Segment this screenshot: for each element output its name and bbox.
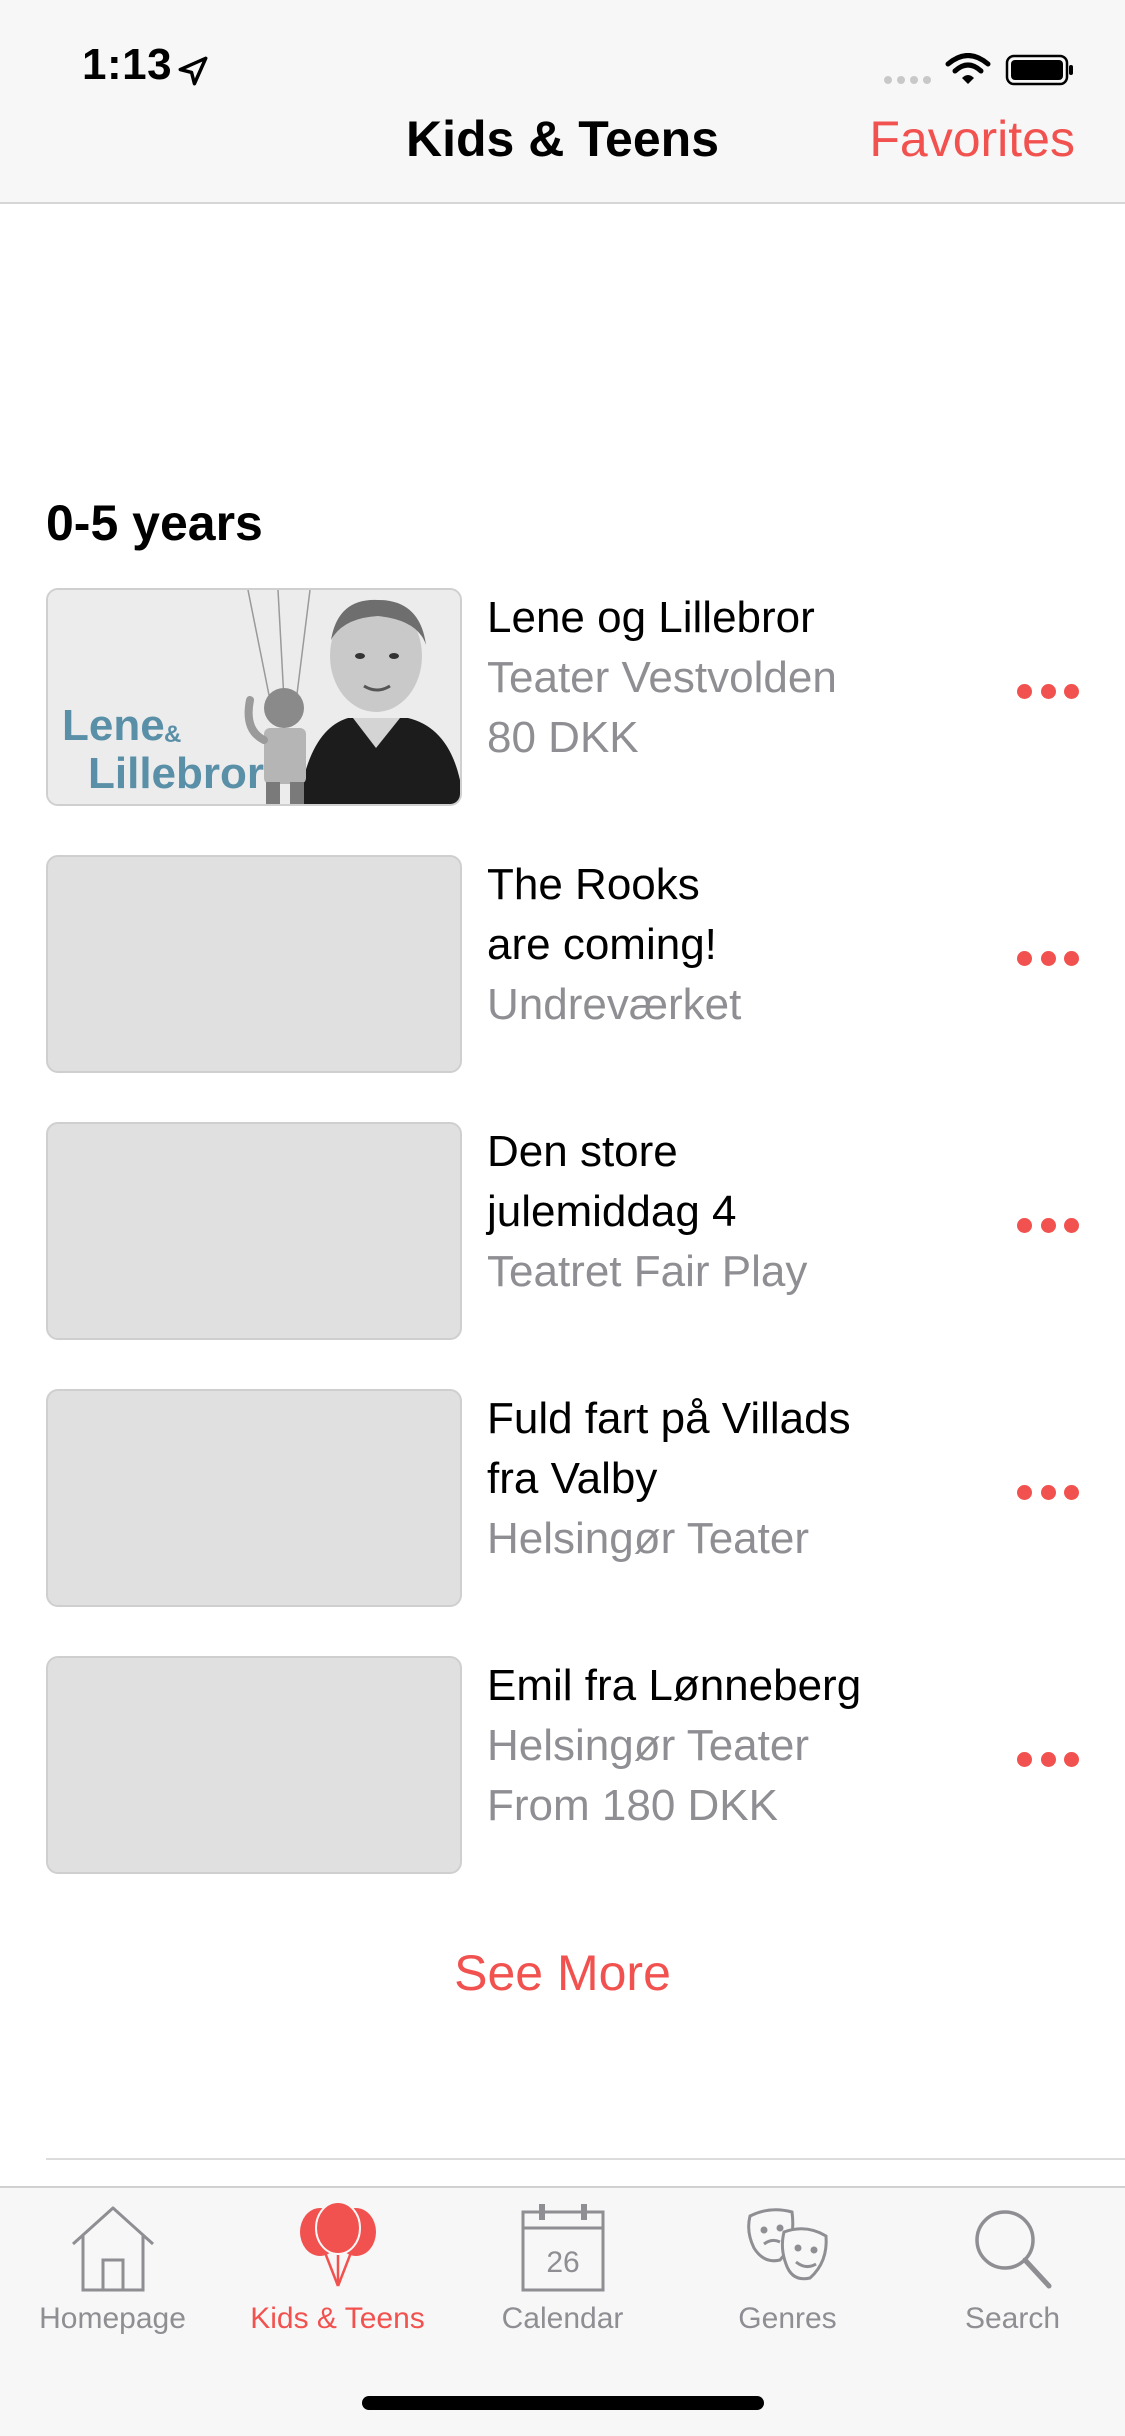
navigation-bar: Kids & Teens Favorites	[0, 100, 1125, 204]
event-thumbnail: Lene & Lillebror	[46, 588, 462, 806]
event-title: Lene og Lillebror	[487, 593, 815, 642]
event-poster-image: Lene & Lillebror	[48, 590, 460, 804]
event-thumbnail-placeholder	[46, 855, 462, 1073]
event-title-line1: Den store	[487, 1127, 678, 1176]
tab-kids-teens[interactable]: Kids & Teens	[225, 2202, 450, 2336]
event-title-line1: The Rooks	[487, 860, 700, 909]
tab-label: Search	[964, 2302, 1061, 2335]
list-item[interactable]: Lene & Lillebror Lene og Lillebror Teate…	[0, 588, 1125, 855]
event-title-line2: are coming!	[487, 920, 717, 969]
location-arrow-icon	[178, 56, 208, 86]
event-thumbnail-placeholder	[46, 1122, 462, 1340]
section-title: 0-5 years	[46, 495, 263, 551]
see-more-button[interactable]: See More	[0, 1944, 1125, 2002]
event-info: The Rooks are coming! Undreværket	[487, 855, 987, 1035]
tab-label: Homepage	[39, 2302, 186, 2335]
more-options-icon[interactable]	[1017, 1482, 1079, 1502]
event-list: Lene & Lillebror Lene og Lillebror Teate…	[0, 588, 1125, 1923]
tab-calendar[interactable]: 26 Calendar	[450, 2202, 675, 2336]
event-info: Den store julemiddag 4 Teatret Fair Play	[487, 1122, 987, 1302]
home-indicator[interactable]	[362, 2396, 764, 2410]
section-divider	[46, 2158, 1125, 2160]
event-venue: Undreværket	[487, 980, 742, 1029]
search-icon	[974, 2210, 1051, 2289]
event-price: From 180 DKK	[487, 1781, 778, 1830]
event-title: Emil fra Lønneberg	[487, 1661, 862, 1710]
event-info: Emil fra Lønneberg Helsingør Teater From…	[487, 1656, 987, 1836]
list-item[interactable]: The Rooks are coming! Undreværket	[0, 855, 1125, 1122]
list-item[interactable]: Fuld fart på Villads fra Valby Helsingør…	[0, 1389, 1125, 1656]
tab-label: Genres	[738, 2302, 837, 2335]
tab-search[interactable]: Search	[900, 2202, 1125, 2336]
poster-title-line1: Lene	[62, 701, 165, 750]
event-price: 80 DKK	[487, 713, 639, 762]
more-options-icon[interactable]	[1017, 1749, 1079, 1769]
tab-label: Calendar	[501, 2302, 624, 2335]
calendar-day: 26	[546, 2246, 579, 2279]
calendar-icon: 26	[521, 2204, 604, 2292]
list-item[interactable]: Den store julemiddag 4 Teatret Fair Play	[0, 1122, 1125, 1389]
event-title-line2: fra Valby	[487, 1454, 658, 1503]
event-info: Lene og Lillebror Teater Vestvolden 80 D…	[487, 588, 987, 768]
poster-title-amp: &	[164, 721, 181, 748]
event-venue: Helsingør Teater	[487, 1721, 809, 1770]
tab-genres[interactable]: Genres	[675, 2202, 900, 2336]
wifi-icon	[945, 53, 991, 84]
cellular-signal-icon	[884, 52, 931, 88]
event-title-line2: julemiddag 4	[487, 1187, 737, 1236]
favorites-button[interactable]: Favorites	[869, 110, 1075, 168]
event-venue: Teater Vestvolden	[487, 653, 837, 702]
more-options-icon[interactable]	[1017, 1215, 1079, 1235]
house-icon	[71, 2206, 154, 2292]
theater-masks-icon	[746, 2208, 828, 2281]
list-item[interactable]: Emil fra Lønneberg Helsingør Teater From…	[0, 1656, 1125, 1923]
battery-icon	[1005, 54, 1073, 86]
tab-label: Kids & Teens	[250, 2302, 425, 2335]
event-title-line1: Fuld fart på Villads	[487, 1394, 851, 1443]
event-thumbnail-placeholder	[46, 1389, 462, 1607]
poster-title-line2: Lillebror	[88, 749, 264, 798]
status-time: 1:13	[82, 40, 173, 89]
more-options-icon[interactable]	[1017, 681, 1079, 701]
event-thumbnail-placeholder	[46, 1656, 462, 1874]
event-info: Fuld fart på Villads fra Valby Helsingør…	[487, 1389, 987, 1569]
tab-homepage[interactable]: Homepage	[0, 2202, 225, 2336]
event-venue: Helsingør Teater	[487, 1514, 809, 1563]
event-venue: Teatret Fair Play	[487, 1247, 808, 1296]
balloons-icon	[299, 2202, 376, 2287]
more-options-icon[interactable]	[1017, 948, 1079, 968]
